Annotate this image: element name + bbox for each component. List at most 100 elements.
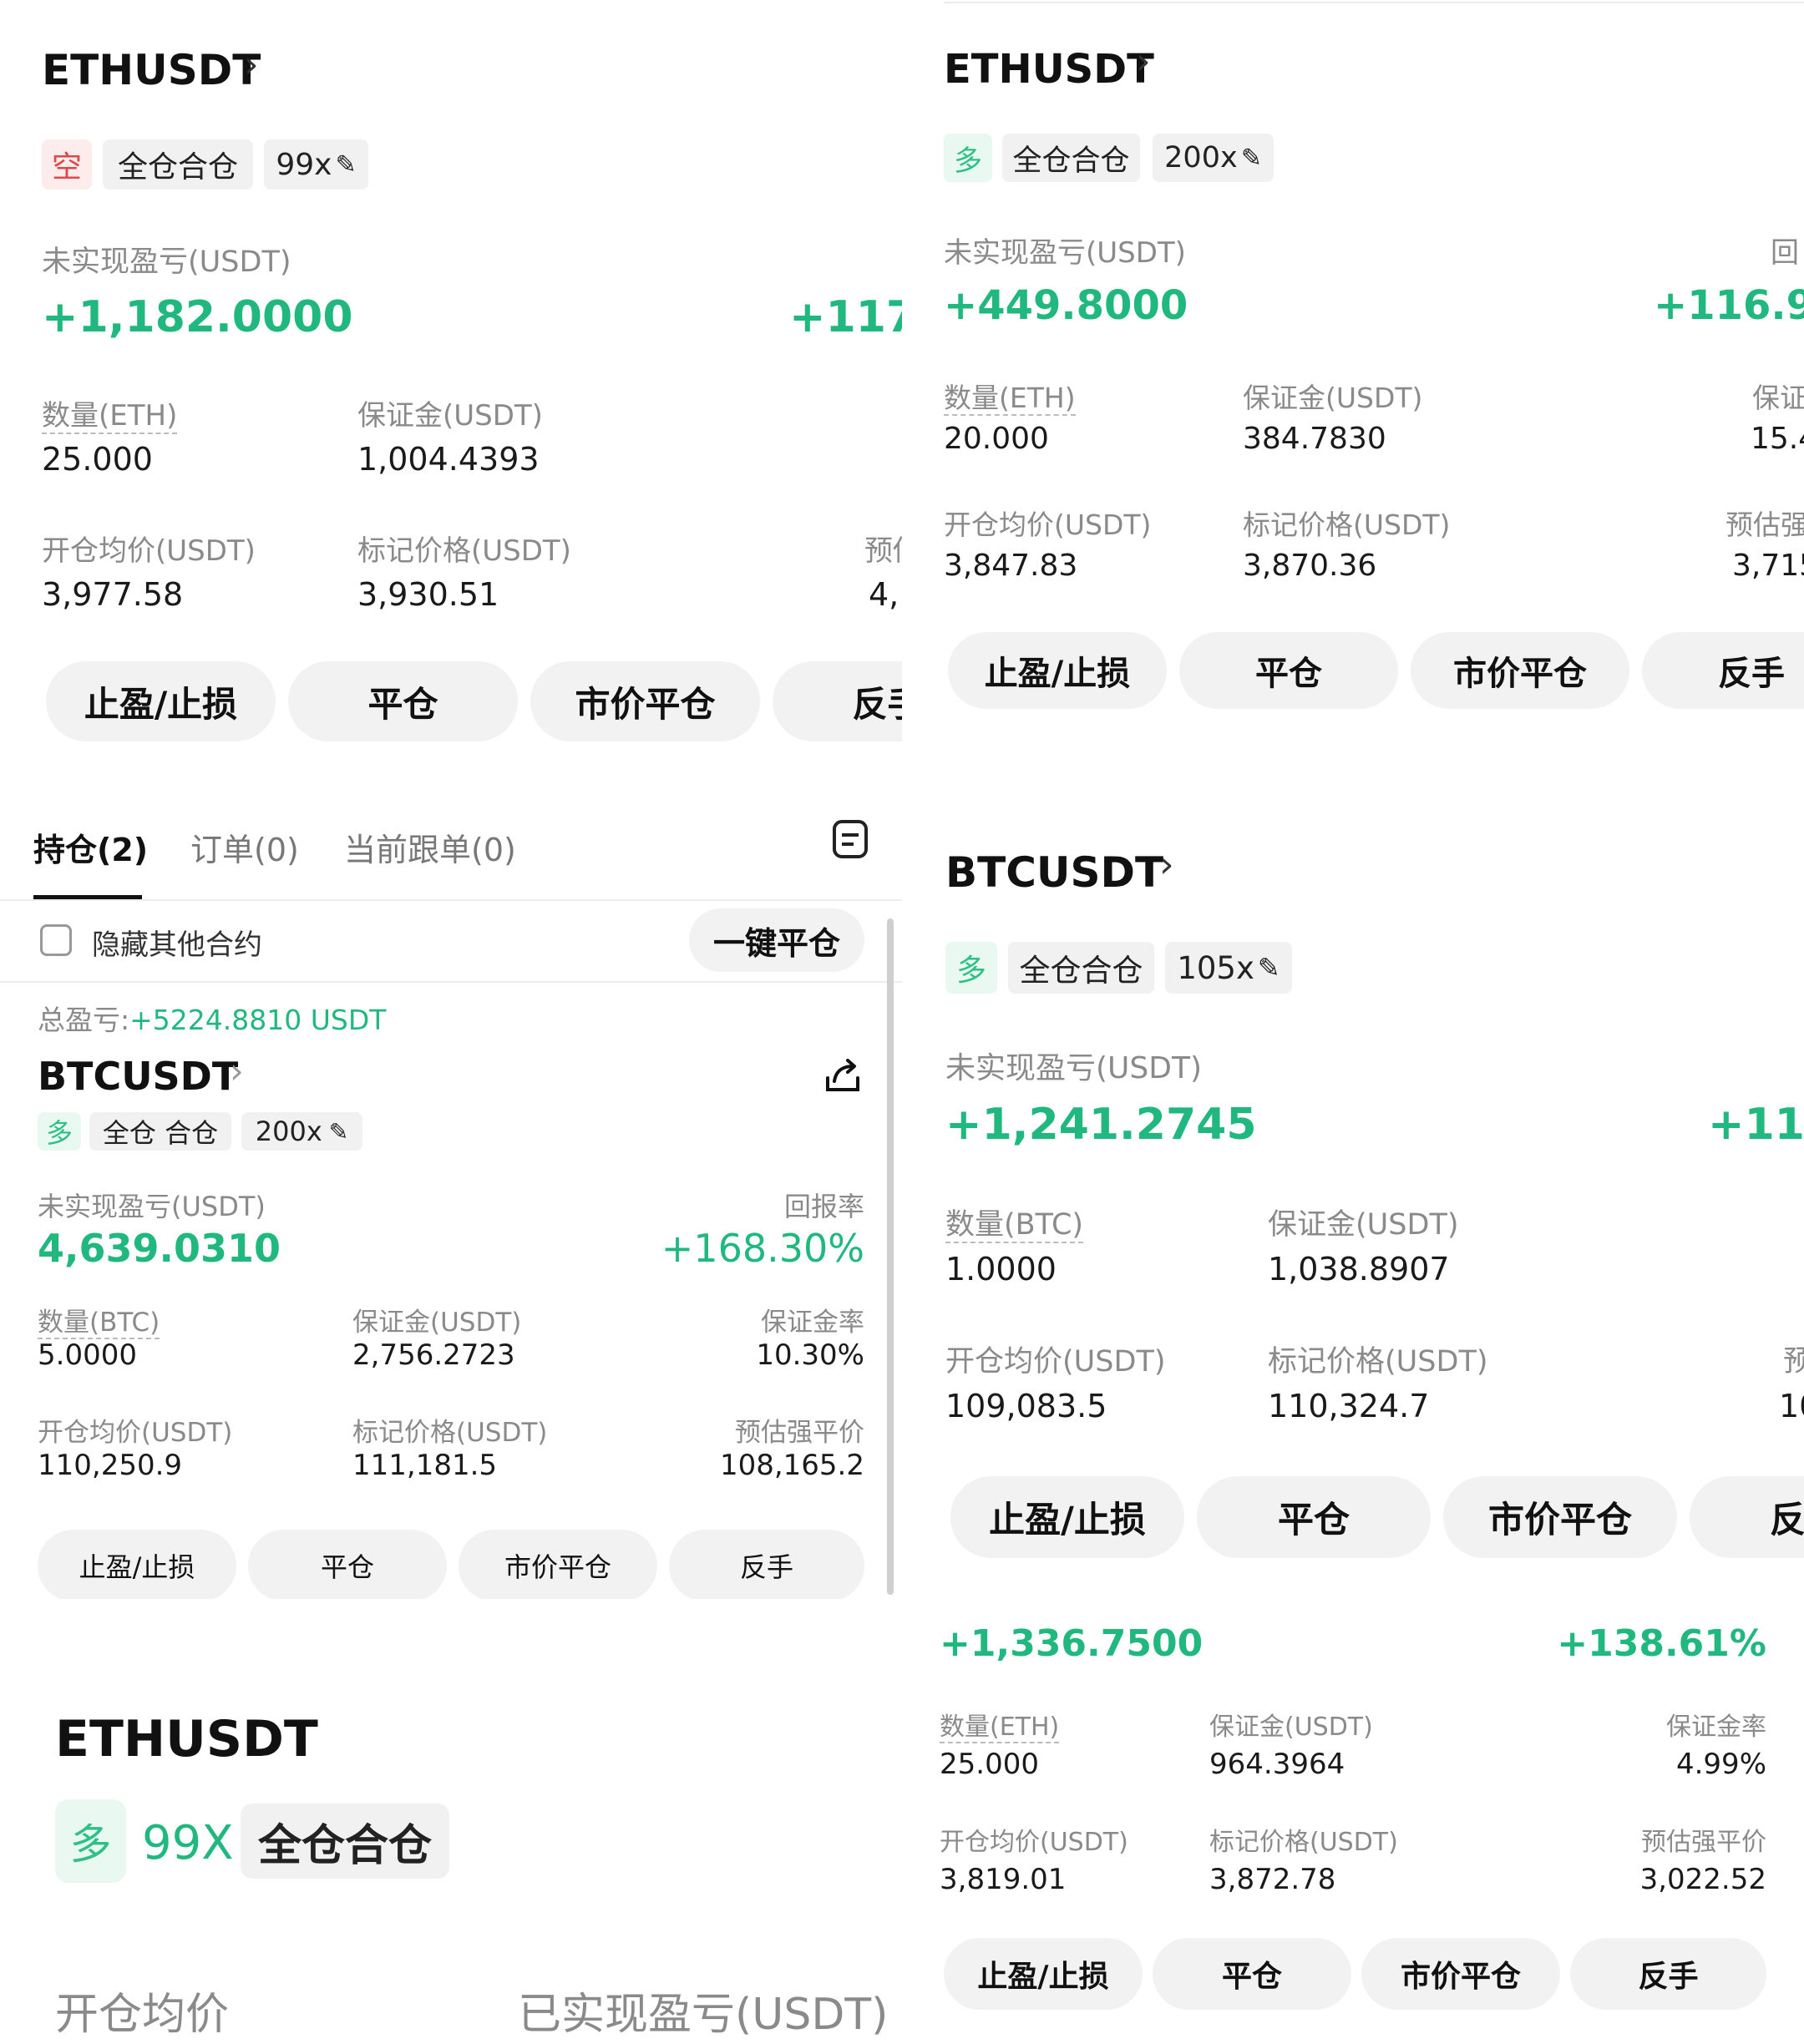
liq-value: 3,022.52 [1639, 1863, 1766, 1896]
tab-copy-orders[interactable]: 当前跟单(0) [344, 824, 516, 870]
panel-eth-large: ETHUSDT 多 99X 全仓合仓 开仓均价 已实现盈亏(USDT) [0, 1637, 902, 2044]
qty-label[interactable]: 数量(BTC) [945, 1208, 1084, 1243]
roe-label: 回 [1771, 236, 1799, 270]
mark-label: 标记价格(USDT) [1243, 508, 1451, 541]
margin-mode-badge[interactable]: 全仓合仓 [241, 1804, 449, 1879]
leverage-value[interactable]: 99X [142, 1816, 234, 1870]
margin-mode-badge[interactable]: 全仓合仓 [1008, 942, 1154, 994]
margin-value: 2,756.2723 [352, 1338, 515, 1372]
symbol-title[interactable]: ETHUSDT [55, 1710, 318, 1768]
roe-value: +116.9 [1654, 282, 1804, 329]
document-icon[interactable] [831, 818, 869, 860]
margin-ratio-label: 保证金率 [761, 1308, 864, 1338]
pnl-label: 未实现盈亏(USDT) [38, 1191, 266, 1222]
entry-label: 开仓均价 [55, 1990, 230, 2040]
tpsl-button[interactable]: 止盈/止损 [944, 1938, 1143, 2010]
close-button[interactable]: 平仓 [1179, 632, 1398, 709]
panel-eth-long: ETHUSDT › 多 全仓合仓 200x ✎ 未实现盈亏(USDT) 回 +44… [919, 0, 1804, 751]
qty-label[interactable]: 数量(ETH) [42, 399, 178, 434]
close-button[interactable]: 平仓 [1153, 1938, 1351, 2010]
qty-value: 20.000 [944, 422, 1049, 456]
realized-pnl-label: 已实现盈亏(USDT) [518, 1990, 889, 2040]
tab-orders[interactable]: 订单(0) [190, 824, 299, 870]
liq-label: 预估强平价 [735, 1418, 864, 1448]
tpsl-button[interactable]: 止盈/止损 [38, 1530, 236, 1599]
panel-eth-short: ETHUSDT › 空 全仓合仓 99x ✎ 未实现盈亏(USDT) +1,182… [0, 0, 902, 772]
liq-value: 4, [869, 576, 899, 613]
pnl-label: 未实现盈亏(USDT) [944, 236, 1186, 270]
unrealized-pnl: +1,241.2745 [945, 1100, 1257, 1150]
share-icon[interactable] [823, 1056, 863, 1095]
mark-value: 3,870.36 [1243, 549, 1377, 583]
market-close-button[interactable]: 市价平仓 [1361, 1938, 1560, 2010]
chevron-right-icon[interactable]: › [230, 1050, 244, 1091]
symbol-title[interactable]: BTCUSDT [945, 848, 1163, 897]
margin-mode-badge[interactable]: 全仓 合仓 [89, 1112, 231, 1151]
unrealized-pnl: +449.8000 [944, 282, 1188, 329]
side-badge: 多 [944, 134, 992, 182]
pnl-label: 未实现盈亏(USDT) [42, 245, 291, 279]
margin-label: 保证金(USDT) [1209, 1713, 1373, 1742]
side-badge: 空 [42, 139, 92, 190]
margin-ratio-label: 保证金率 [1666, 1713, 1766, 1742]
mark-label: 标记价格(USDT) [1268, 1345, 1488, 1379]
reverse-button[interactable]: 反 [1690, 1476, 1804, 1558]
close-button[interactable]: 平仓 [1197, 1476, 1431, 1558]
qty-value: 1.0000 [945, 1251, 1057, 1288]
margin-ratio-value: 4.99% [1675, 1748, 1766, 1781]
margin-mode-badge[interactable]: 全仓合仓 [1002, 134, 1140, 182]
scrollbar[interactable] [887, 918, 894, 1595]
liq-value: 108,165.2 [719, 1449, 864, 1482]
chevron-right-icon[interactable]: › [244, 43, 259, 86]
edit-icon: ✎ [1240, 143, 1262, 173]
unrealized-pnl: +1,336.7500 [940, 1622, 1204, 1665]
roe-value: +117. [789, 292, 902, 342]
reverse-button[interactable]: 反手 [1570, 1938, 1766, 2010]
hide-others-checkbox[interactable] [40, 924, 72, 956]
leverage-badge[interactable]: 99x ✎ [264, 139, 368, 190]
liq-value: 3,715 [1732, 549, 1804, 583]
qty-label[interactable]: 数量(ETH) [940, 1713, 1060, 1743]
leverage-badge[interactable]: 105x ✎ [1165, 942, 1292, 994]
close-button[interactable]: 平仓 [248, 1530, 447, 1599]
leverage-badge[interactable]: 200x ✎ [241, 1112, 362, 1151]
tpsl-button[interactable]: 止盈/止损 [46, 661, 276, 741]
liq-label: 预 [1783, 1345, 1804, 1379]
qty-label[interactable]: 数量(ETH) [944, 382, 1076, 416]
qty-value: 25.000 [940, 1748, 1039, 1781]
chevron-right-icon[interactable]: › [1159, 843, 1174, 886]
market-close-button[interactable]: 市价平仓 [1443, 1476, 1677, 1558]
margin-mode-badge[interactable]: 全仓合仓 [103, 139, 253, 190]
roe-value: +138.61% [1557, 1622, 1766, 1665]
tpsl-button[interactable]: 止盈/止损 [950, 1476, 1184, 1558]
mark-label: 标记价格(USDT) [1209, 1828, 1398, 1857]
reverse-button[interactable]: 反手 [1642, 632, 1804, 709]
roe-value: +168.30% [661, 1226, 864, 1271]
entry-label: 开仓均价(USDT) [38, 1418, 233, 1448]
symbol-title[interactable]: BTCUSDT [38, 1054, 238, 1099]
margin-label: 保证金(USDT) [357, 399, 543, 433]
market-close-button[interactable]: 市价平仓 [1411, 632, 1629, 709]
reverse-button[interactable]: 反手 [773, 661, 902, 741]
qty-label[interactable]: 数量(BTC) [38, 1308, 160, 1339]
margin-ratio-value: 10.30% [756, 1338, 864, 1372]
edit-icon: ✎ [1257, 952, 1280, 984]
side-badge: 多 [55, 1799, 126, 1883]
leverage-badge[interactable]: 200x ✎ [1153, 134, 1274, 182]
market-close-button[interactable]: 市价平仓 [530, 661, 760, 741]
hide-others-label[interactable]: 隐藏其他合约 [92, 922, 262, 963]
tab-positions[interactable]: 持仓(2) [33, 824, 148, 870]
symbol-title[interactable]: ETHUSDT [42, 46, 261, 94]
entry-label: 开仓均价(USDT) [940, 1828, 1128, 1857]
market-close-button[interactable]: 市价平仓 [459, 1530, 657, 1599]
liq-value: 10 [1779, 1388, 1804, 1424]
margin-value: 384.7830 [1243, 422, 1386, 456]
margin-value: 1,038.8907 [1268, 1251, 1450, 1288]
symbol-title[interactable]: ETHUSDT [944, 46, 1154, 93]
roe-label: 回报率 [783, 1191, 864, 1222]
chevron-right-icon[interactable]: › [1136, 40, 1151, 83]
reverse-button[interactable]: 反手 [669, 1530, 864, 1599]
tpsl-button[interactable]: 止盈/止损 [948, 632, 1167, 709]
close-button[interactable]: 平仓 [288, 661, 518, 741]
close-all-button[interactable]: 一键平仓 [689, 908, 864, 972]
